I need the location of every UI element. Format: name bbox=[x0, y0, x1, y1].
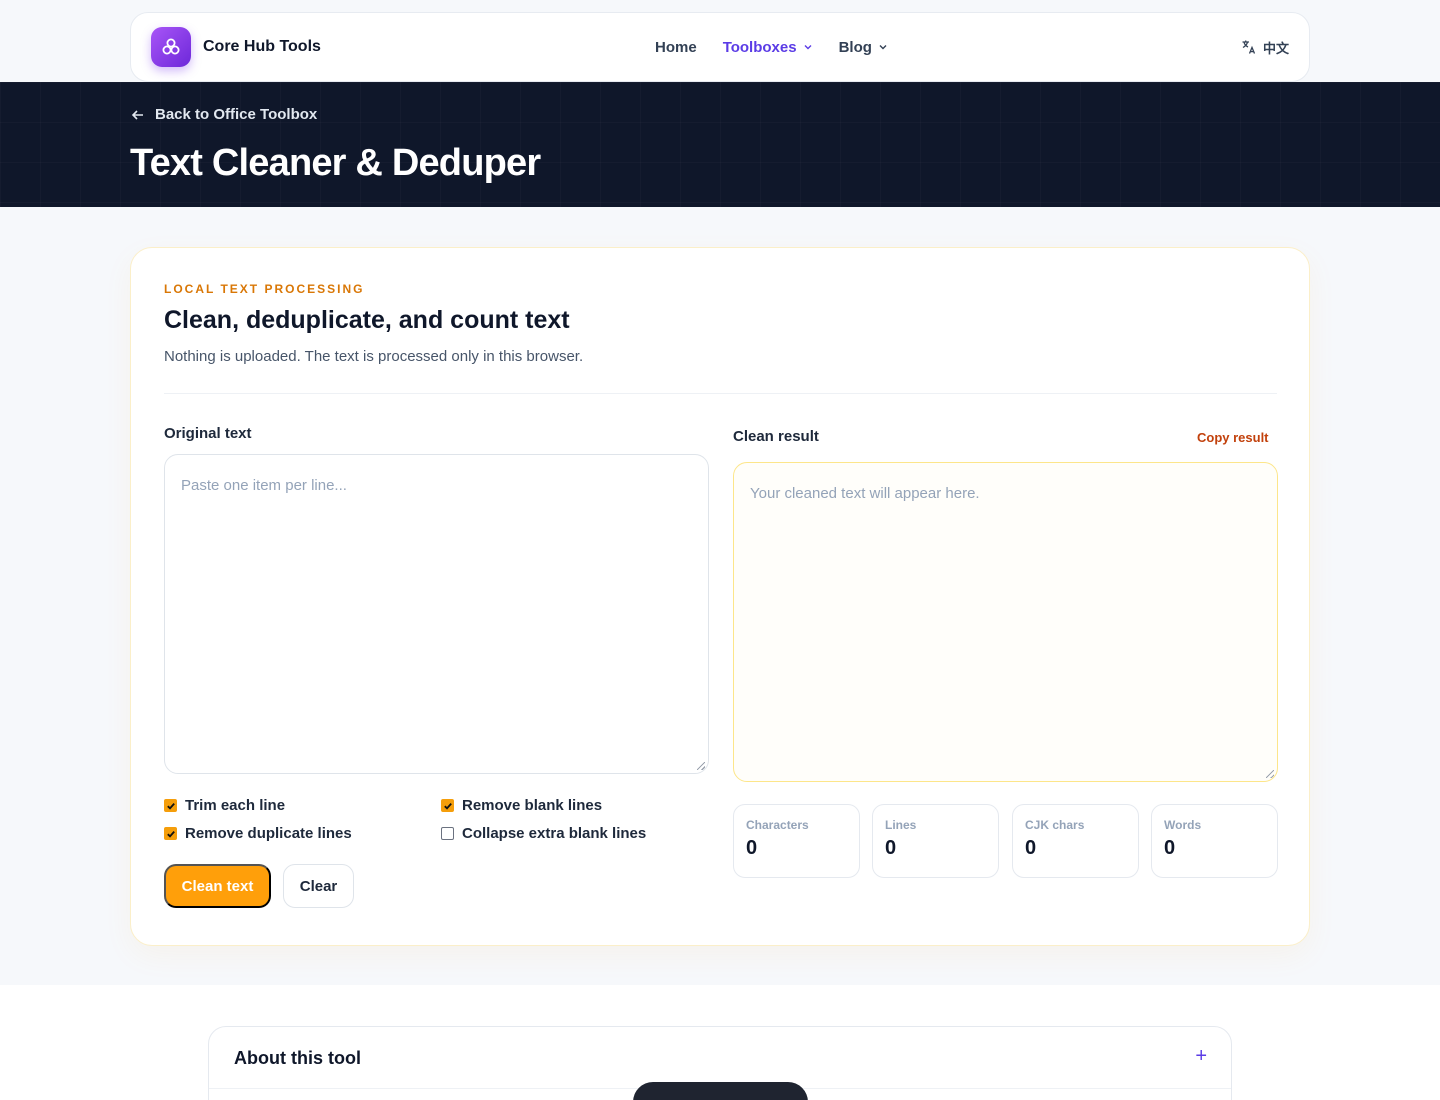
option-collapse-blank-lines[interactable]: Collapse extra blank lines bbox=[441, 825, 646, 842]
nav-blog[interactable]: Blog bbox=[839, 39, 888, 56]
expand-plus-icon[interactable]: + bbox=[1195, 1045, 1207, 1068]
main-nav: Home Toolboxes Blog bbox=[655, 39, 888, 56]
original-text-input[interactable]: Paste one item per line... bbox=[164, 454, 709, 774]
option-remove-blank-lines[interactable]: Remove blank lines bbox=[441, 797, 602, 814]
nav-blog-label: Blog bbox=[838, 38, 872, 56]
stat-characters: Characters 0 bbox=[733, 804, 860, 878]
option-remove-blank-lines-label: Remove blank lines bbox=[462, 797, 603, 814]
stat-characters-label: Characters bbox=[746, 818, 809, 832]
copy-result-button[interactable]: Copy result bbox=[1197, 430, 1269, 445]
resize-handle[interactable] bbox=[1266, 770, 1274, 778]
clean-text-button[interactable]: Clean text bbox=[164, 864, 271, 908]
stat-lines-value: 0 bbox=[885, 837, 897, 859]
chevron-down-icon bbox=[879, 45, 887, 50]
chevron-down-icon bbox=[804, 45, 812, 50]
clean-result-placeholder: Your cleaned text will appear here. bbox=[750, 485, 980, 502]
brand-name: Core Hub Tools bbox=[203, 38, 321, 55]
stat-cjk-chars: CJK chars 0 bbox=[1012, 804, 1139, 878]
card-eyebrow: LOCAL TEXT PROCESSING bbox=[164, 282, 365, 296]
stat-lines-label: Lines bbox=[885, 818, 917, 832]
brand-logo-icon bbox=[151, 27, 191, 67]
stat-cjk-chars-label: CJK chars bbox=[1025, 818, 1085, 832]
checkmark-icon bbox=[166, 802, 175, 810]
translate-icon bbox=[1242, 40, 1256, 54]
clean-result-output[interactable]: Your cleaned text will appear here. bbox=[733, 462, 1278, 782]
nav-home[interactable]: Home bbox=[655, 39, 697, 56]
stat-cjk-chars-value: 0 bbox=[1025, 837, 1037, 859]
back-link-label: Back to Office Toolbox bbox=[155, 106, 318, 123]
stat-words-label: Words bbox=[1164, 818, 1202, 832]
stat-words: Words 0 bbox=[1151, 804, 1278, 878]
original-text-label: Original text bbox=[164, 425, 252, 442]
option-trim-lines[interactable]: Trim each line bbox=[164, 797, 285, 814]
arrow-left-icon bbox=[131, 109, 143, 120]
option-collapse-blank-lines-label: Collapse extra blank lines bbox=[462, 825, 647, 842]
option-remove-duplicates-label: Remove duplicate lines bbox=[185, 825, 352, 842]
tool-card: LOCAL TEXT PROCESSING Clean, deduplicate… bbox=[130, 247, 1310, 946]
nav-toolboxes-label: Toolboxes bbox=[722, 38, 797, 56]
card-title: Clean, deduplicate, and count text bbox=[164, 306, 570, 334]
about-title: About this tool bbox=[234, 1048, 361, 1068]
stat-characters-value: 0 bbox=[746, 837, 758, 859]
back-to-toolbox-link[interactable]: Back to Office Toolbox bbox=[131, 106, 317, 123]
divider bbox=[164, 393, 1277, 394]
stat-lines: Lines 0 bbox=[872, 804, 999, 878]
language-label: 中文 bbox=[1262, 40, 1289, 56]
checkbox-remove-duplicates[interactable] bbox=[164, 827, 177, 840]
resize-handle[interactable] bbox=[697, 762, 705, 770]
checkbox-collapse-blank-lines[interactable] bbox=[441, 827, 454, 840]
card-subtitle: Nothing is uploaded. The text is process… bbox=[164, 348, 584, 365]
option-remove-duplicates[interactable]: Remove duplicate lines bbox=[164, 825, 352, 842]
language-switch[interactable]: 中文 bbox=[1241, 38, 1289, 57]
checkmark-icon bbox=[166, 830, 175, 838]
brand[interactable]: Core Hub Tools bbox=[151, 27, 321, 67]
clear-button[interactable]: Clear bbox=[283, 864, 354, 908]
stat-words-value: 0 bbox=[1164, 837, 1176, 859]
floating-toolbar[interactable] bbox=[633, 1082, 808, 1100]
page-title: Text Cleaner & Deduper bbox=[130, 142, 541, 184]
nav-home-label: Home bbox=[655, 38, 697, 56]
original-text-placeholder: Paste one item per line... bbox=[181, 477, 347, 494]
option-trim-lines-label: Trim each line bbox=[185, 797, 286, 814]
clean-result-label: Clean result bbox=[733, 428, 819, 445]
top-navbar: Core Hub Tools Home Toolboxes Blog 中文 bbox=[130, 12, 1310, 82]
checkbox-trim-lines[interactable] bbox=[164, 799, 177, 812]
checkbox-remove-blank-lines[interactable] bbox=[441, 799, 454, 812]
nav-toolboxes[interactable]: Toolboxes bbox=[723, 39, 813, 56]
checkmark-icon bbox=[443, 802, 452, 810]
